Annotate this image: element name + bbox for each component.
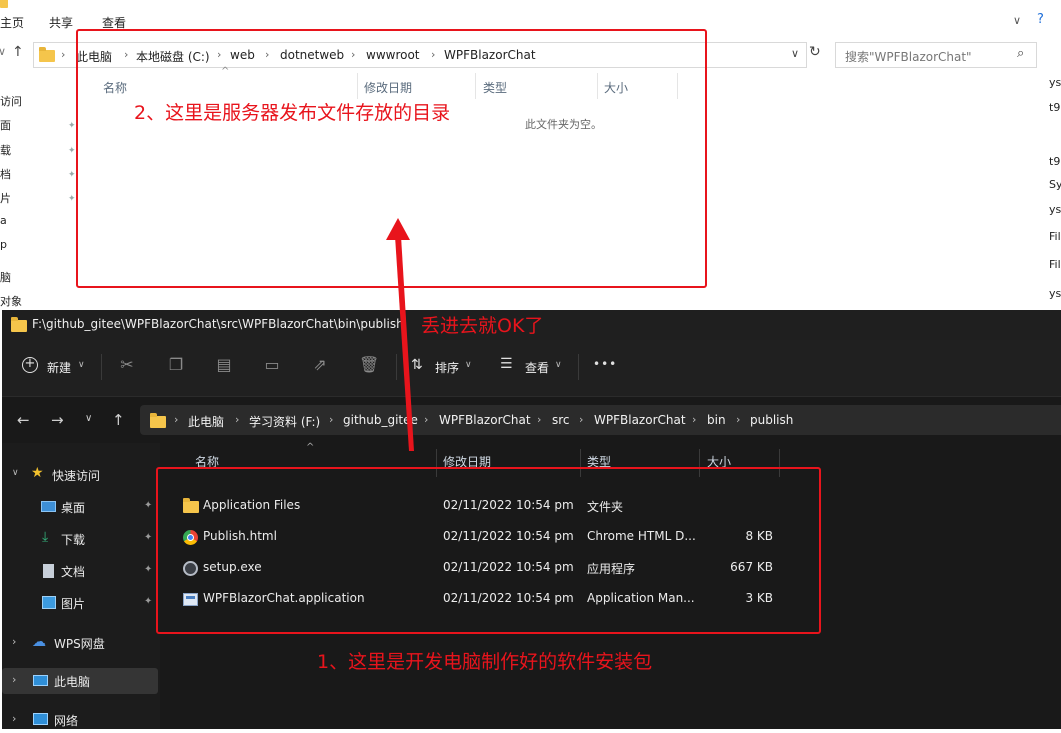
arrow-head [386,218,410,240]
arrow-shaft [395,236,414,451]
drag-arrow [386,218,414,451]
